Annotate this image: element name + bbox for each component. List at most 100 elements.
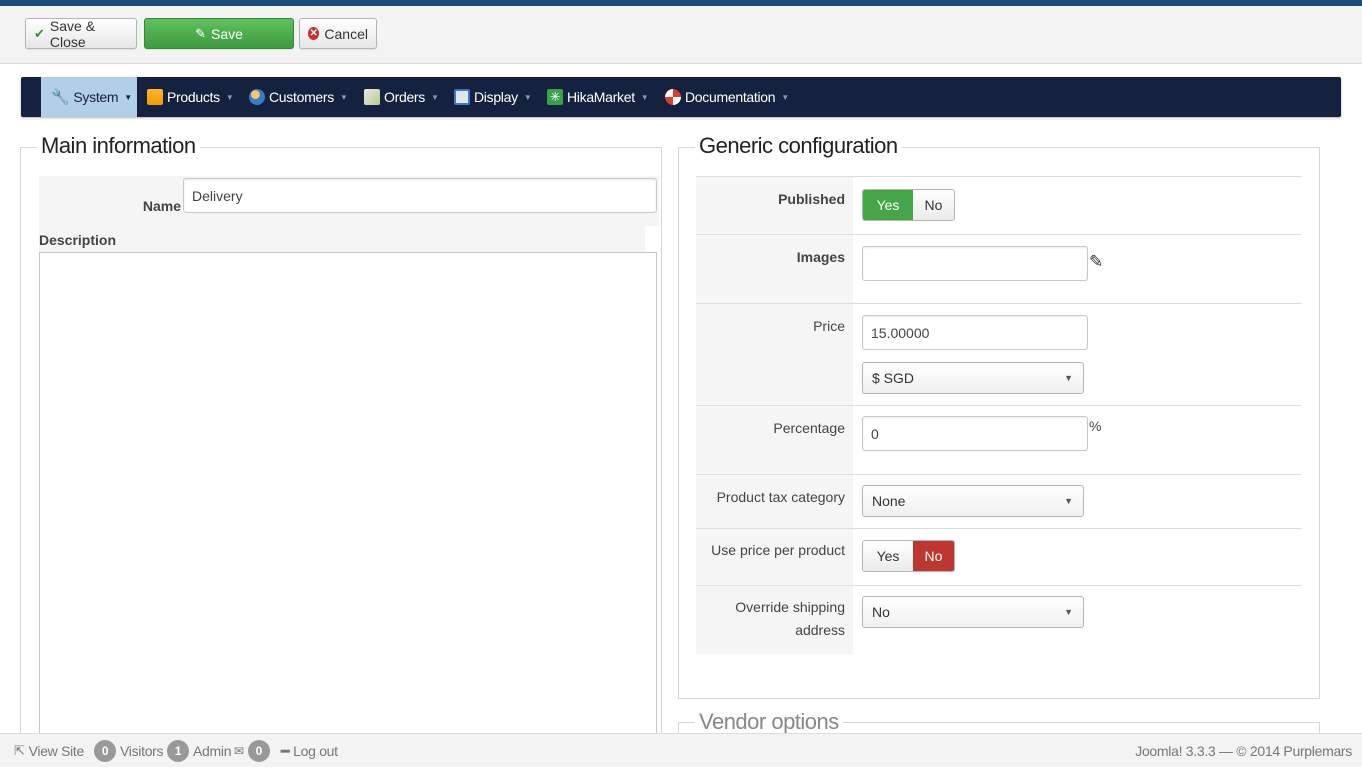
- cancel-icon: ✕: [308, 27, 320, 40]
- published-label-cell: Published: [696, 177, 853, 234]
- visitors-label: Visitors: [120, 743, 164, 759]
- orders-icon: [364, 89, 380, 105]
- messages-badge: 0: [247, 740, 270, 762]
- percentage-input[interactable]: 0: [862, 416, 1088, 451]
- caret-down-icon: ▼: [781, 92, 789, 102]
- caret-down-icon: ▼: [523, 92, 532, 102]
- save-button[interactable]: ✎ Save: [144, 18, 294, 49]
- view-site-label: View Site: [28, 743, 85, 759]
- admin-status: 1 Admin: [167, 734, 231, 768]
- use-price-toggle: Yes No: [862, 540, 955, 572]
- save-close-label: Save & Close: [49, 17, 96, 50]
- use-price-label-cell: Use price per product: [696, 529, 853, 585]
- status-footer: ⇱ View Site 0 Visitors 1 Admin ✉ 0 ━ Log…: [0, 733, 1362, 767]
- version-text: Joomla! 3.3.3 — © 2014 Purplemars: [1135, 743, 1352, 759]
- description-label-row: Description: [39, 226, 645, 252]
- logout-link[interactable]: ━ Log out: [281, 734, 338, 768]
- published-row: Published: [696, 176, 1301, 234]
- price-input[interactable]: 15.00000: [862, 315, 1088, 350]
- nav-documentation[interactable]: Documentation ▼: [665, 77, 789, 117]
- use-price-label: Use price per product: [711, 542, 845, 558]
- use-price-yes-button[interactable]: Yes: [863, 541, 913, 571]
- currency-value: $ SGD: [872, 370, 915, 386]
- images-label: Images: [796, 249, 845, 265]
- currency-select[interactable]: $ SGD ▼: [862, 362, 1084, 394]
- external-link-icon: ⇱: [14, 743, 25, 758]
- nav-products-label: Products: [167, 89, 220, 105]
- visitors-status: 0 Visitors: [94, 734, 164, 768]
- caret-down-icon: ▼: [640, 92, 649, 102]
- nav-customers[interactable]: Customers ▼: [249, 77, 348, 117]
- description-editor[interactable]: [39, 252, 657, 742]
- override-shipping-value: No: [872, 604, 890, 620]
- lifebuoy-icon: [665, 89, 681, 105]
- caret-down-icon: ▼: [339, 92, 348, 102]
- caret-down-icon: ▼: [124, 92, 132, 102]
- vendor-options-legend: Vendor options: [695, 709, 843, 735]
- override-shipping-select[interactable]: No ▼: [862, 596, 1084, 628]
- tax-category-label-cell: Product tax category: [696, 475, 853, 528]
- description-label: Description: [39, 232, 117, 248]
- nav-hikamarket-label: HikaMarket: [567, 89, 635, 105]
- messages-status[interactable]: ✉ 0: [234, 734, 270, 768]
- products-icon: [147, 89, 163, 105]
- wrench-icon: 🔧: [51, 89, 70, 106]
- tax-category-value: None: [872, 493, 906, 509]
- images-input[interactable]: [862, 246, 1088, 281]
- nav-hikamarket[interactable]: ✳ HikaMarket ▼: [547, 77, 649, 117]
- published-yes-button[interactable]: Yes: [863, 190, 913, 220]
- checkmark-icon: ✔: [34, 25, 45, 41]
- use-price-row: Use price per product: [696, 528, 1301, 585]
- dropdown-arrow-icon: ▼: [1064, 607, 1073, 617]
- images-label-cell: Images: [696, 235, 853, 303]
- save-close-button[interactable]: ✔ Save & Close: [25, 17, 137, 50]
- override-shipping-label-cell: Override shipping address: [696, 586, 853, 654]
- envelope-icon: ✉: [234, 744, 244, 758]
- percentage-label: Percentage: [773, 420, 845, 436]
- nav-customers-label: Customers: [269, 89, 334, 105]
- logout-label: Log out: [293, 743, 338, 759]
- nav-system[interactable]: 🔧 System ▼: [41, 77, 137, 117]
- cancel-label: Cancel: [324, 25, 368, 42]
- cancel-button[interactable]: ✕ Cancel: [299, 18, 377, 49]
- price-label: Price: [813, 318, 845, 334]
- published-toggle: Yes No: [862, 189, 955, 221]
- tax-category-select[interactable]: None ▼: [862, 485, 1084, 517]
- save-label: Save: [210, 25, 243, 42]
- admin-label: Admin: [193, 743, 232, 759]
- hikamarket-icon: ✳: [547, 89, 563, 105]
- nav-display-label: Display: [474, 89, 518, 105]
- override-shipping-label-line2: address: [795, 622, 845, 638]
- nav-display[interactable]: Display ▼: [454, 77, 532, 117]
- published-no-button[interactable]: No: [913, 190, 954, 220]
- name-label: Name: [142, 198, 181, 214]
- percentage-label-cell: Percentage: [696, 406, 853, 474]
- caret-down-icon: ▼: [431, 92, 439, 102]
- view-site-link[interactable]: ⇱ View Site: [14, 734, 84, 768]
- name-input[interactable]: Delivery: [183, 178, 657, 213]
- nav-orders[interactable]: Orders ▼: [364, 77, 439, 117]
- edit-icon: ✎: [195, 25, 206, 41]
- caret-down-icon: ▼: [225, 92, 234, 102]
- toolbar: ✔ Save & Close ✎ Save ✕ Cancel: [0, 6, 1362, 64]
- minus-icon: ━: [281, 742, 290, 759]
- override-shipping-label-line1: Override shipping: [735, 599, 845, 615]
- pencil-icon[interactable]: ✎: [1089, 252, 1103, 272]
- main-menu-bar: 🔧 System ▼ Products ▼ Customers ▼ Orders…: [21, 77, 1341, 117]
- visitors-badge: 0: [94, 740, 116, 762]
- tax-category-label: Product tax category: [716, 489, 845, 505]
- dropdown-arrow-icon: ▼: [1064, 373, 1073, 383]
- published-label: Published: [778, 191, 845, 207]
- generic-configuration-legend: Generic configuration: [695, 133, 902, 159]
- price-label-cell: Price: [696, 304, 853, 405]
- nav-system-label: System: [73, 89, 119, 105]
- dropdown-arrow-icon: ▼: [1064, 496, 1073, 506]
- admin-badge: 1: [167, 740, 189, 762]
- percent-sign: %: [1089, 418, 1102, 434]
- customers-icon: [249, 89, 265, 105]
- override-shipping-label: Override shipping address: [735, 596, 845, 642]
- nav-documentation-label: Documentation: [685, 89, 776, 105]
- use-price-no-button[interactable]: No: [913, 541, 954, 571]
- nav-orders-label: Orders: [384, 89, 425, 105]
- nav-products[interactable]: Products ▼: [147, 77, 234, 117]
